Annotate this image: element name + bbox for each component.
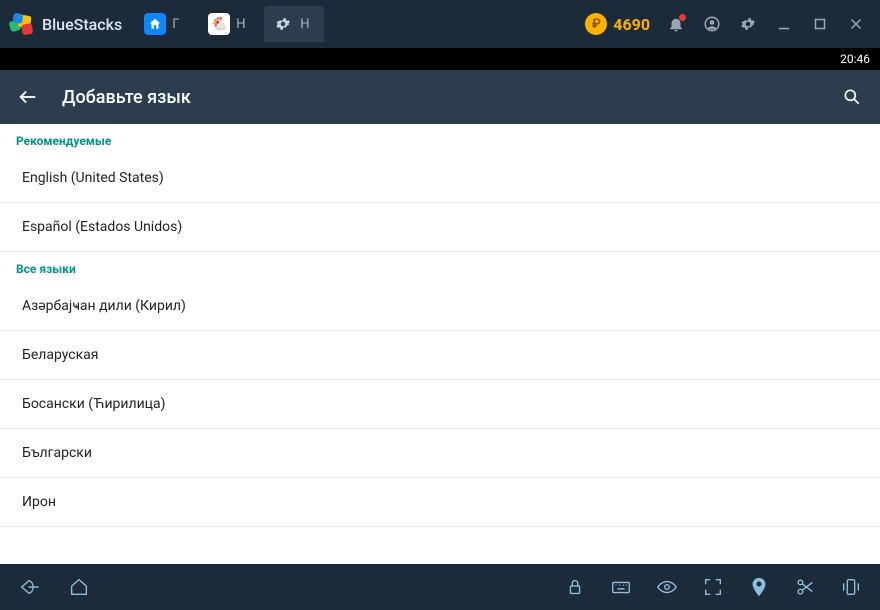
visibility-button[interactable] <box>652 572 682 602</box>
android-status-bar: 20:46 <box>0 48 880 70</box>
language-item[interactable]: Español (Estados Unidos) <box>0 203 880 252</box>
settings-button[interactable] <box>732 8 764 40</box>
triangle-back-icon <box>18 576 40 598</box>
search-icon <box>842 87 862 107</box>
nav-back-button[interactable] <box>14 572 44 602</box>
phone-shake-icon <box>840 576 862 598</box>
arrow-left-icon <box>17 86 39 108</box>
location-button[interactable] <box>744 572 774 602</box>
bluestacks-logo-icon <box>8 10 36 38</box>
android-nav-bar <box>0 564 880 610</box>
home-icon <box>144 13 166 35</box>
language-item[interactable]: Ирон <box>0 478 880 527</box>
notifications-button[interactable] <box>660 8 692 40</box>
account-icon <box>703 15 721 33</box>
section-recommended-header: Рекомендуемые <box>0 124 880 154</box>
fullscreen-button[interactable] <box>698 572 728 602</box>
language-item[interactable]: Азәрбајҹан дили (Кирил) <box>0 282 880 331</box>
tab-settings-label: Н <box>300 17 309 32</box>
keyboard-button[interactable] <box>606 572 636 602</box>
tab-settings[interactable]: Н <box>264 6 324 42</box>
titlebar: BlueStacks Г 🐔 Н Н ₽ 4690 <box>0 0 880 48</box>
game-chicken-icon: 🐔 <box>208 13 230 35</box>
clock: 20:46 <box>840 52 870 66</box>
coins-display[interactable]: ₽ 4690 <box>585 13 650 35</box>
section-all-header: Все языки <box>0 252 880 282</box>
screenshot-button[interactable] <box>790 572 820 602</box>
location-icon <box>748 576 770 598</box>
language-item[interactable]: Босански (Ћирилица) <box>0 380 880 429</box>
maximize-icon <box>811 15 829 33</box>
shake-button[interactable] <box>836 572 866 602</box>
gear-icon <box>272 13 294 35</box>
tab-game-label: Н <box>236 17 245 32</box>
rotation-lock-button[interactable] <box>560 572 590 602</box>
tab-game[interactable]: 🐔 Н <box>200 6 260 42</box>
language-item[interactable]: Български <box>0 429 880 478</box>
close-button[interactable] <box>840 8 872 40</box>
language-item[interactable]: Беларуская <box>0 331 880 380</box>
maximize-button[interactable] <box>804 8 836 40</box>
fullscreen-icon <box>702 576 724 598</box>
eye-icon <box>656 576 678 598</box>
language-list: Рекомендуемые English (United States) Es… <box>0 124 880 564</box>
tab-home[interactable]: Г <box>136 6 196 42</box>
language-item[interactable]: English (United States) <box>0 154 880 203</box>
search-button[interactable] <box>838 83 866 111</box>
scissors-icon <box>794 576 816 598</box>
page-title: Добавьте язык <box>62 87 818 108</box>
keyboard-icon <box>610 576 632 598</box>
minimize-button[interactable] <box>768 8 800 40</box>
coin-icon: ₽ <box>585 13 607 35</box>
lock-icon <box>564 576 586 598</box>
back-button[interactable] <box>14 83 42 111</box>
gear-icon <box>739 15 757 33</box>
minimize-icon <box>775 15 793 33</box>
account-button[interactable] <box>696 8 728 40</box>
tab-home-label: Г <box>172 17 179 32</box>
bluestacks-logo: BlueStacks <box>8 10 122 38</box>
app-header: Добавьте язык <box>0 70 880 124</box>
coins-value: 4690 <box>613 15 650 34</box>
nav-home-button[interactable] <box>64 572 94 602</box>
home-outline-icon <box>68 576 90 598</box>
close-icon <box>847 15 865 33</box>
bluestacks-logo-text: BlueStacks <box>42 15 122 34</box>
bell-icon <box>667 15 685 33</box>
